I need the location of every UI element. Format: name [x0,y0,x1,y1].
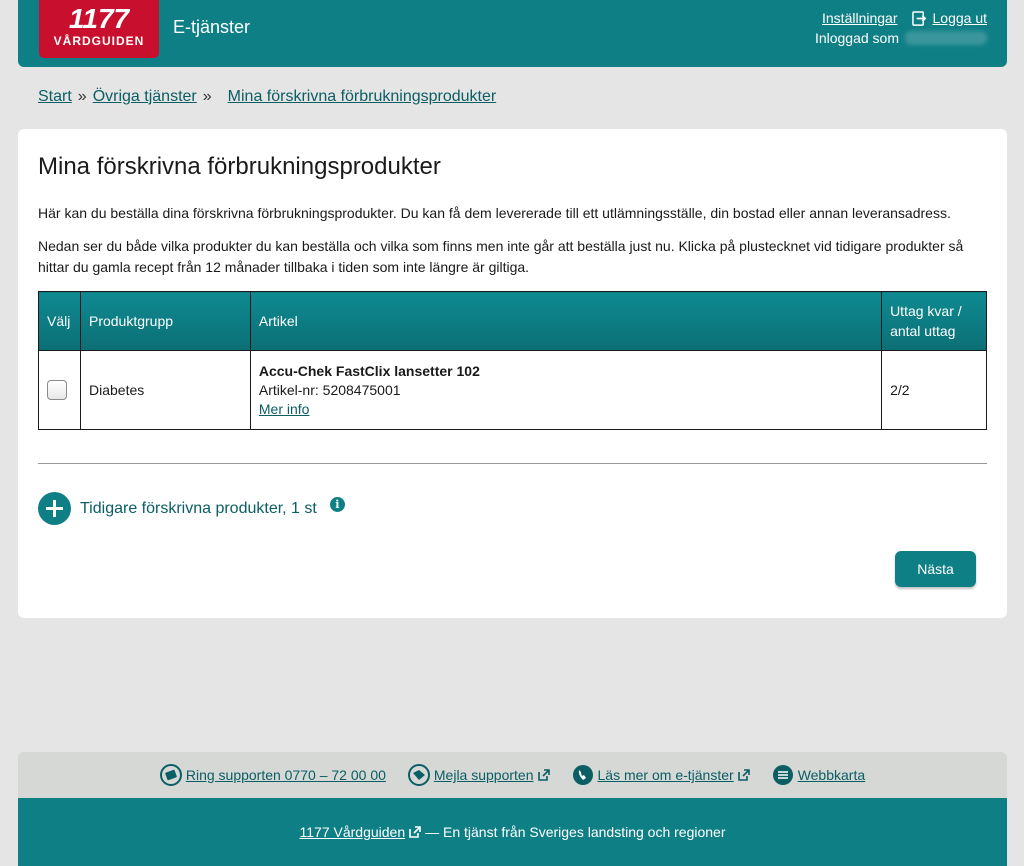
column-header-article: Artikel [249,291,883,351]
site-footer: 1177 Vårdguiden — En tjänst från Sverige… [18,798,1007,866]
next-button[interactable]: Nästa [895,551,976,587]
call-support-link[interactable]: Ring supporten 0770 – 72 00 00 [159,764,386,786]
logged-in-label: Inloggad som [814,30,899,46]
breadcrumb: Start » Övriga tjänster » Mina förskrivn… [38,88,496,106]
mail-support-label: Mejla supporten [433,767,534,783]
table-header-row: Välj Produktgrupp Artikel Uttag kvar / a… [38,291,987,351]
column-header-withdrawals: Uttag kvar / antal uttag [881,291,987,351]
more-info-link[interactable]: Mer info [259,401,310,417]
plus-icon[interactable] [38,492,71,525]
logo-text: VÅRDGUIDEN [53,34,145,48]
external-link-icon [537,769,550,781]
earlier-products-toggle[interactable]: Tidigare förskrivna produkter, 1 st i [38,492,345,525]
breadcrumb-start[interactable]: Start [38,88,72,106]
product-group-cell: Diabetes [79,350,251,430]
breadcrumb-current[interactable]: Mina förskrivna förbrukningsprodukter [228,88,497,106]
phone-icon [159,764,182,786]
e-services-info-label: Läs mer om e-tjänster [597,767,734,783]
settings-link[interactable]: Inställningar [822,10,898,26]
vardguiden-link[interactable]: 1177 Vårdguiden [300,824,422,840]
products-table: Välj Produktgrupp Artikel Uttag kvar / a… [38,291,987,430]
intro-text: Här kan du beställa dina förskrivna förb… [38,205,951,221]
mail-support-link[interactable]: Mejla supporten [407,764,550,786]
sitemap-link[interactable]: Webbkarta [772,764,865,786]
service-name: E-tjänster [173,17,251,37]
select-checkbox[interactable] [47,380,67,400]
main-panel: Mina förskrivna förbrukningsprodukter Hä… [18,129,1007,618]
column-header-select: Välj [38,291,81,351]
column-header-group: Produktgrupp [79,291,251,351]
footer-tagline: — En tjänst från Sveriges landsting och … [425,824,726,840]
withdrawals-cell: 2/2 [881,350,987,430]
divider [38,463,987,464]
article-cell: Accu-Chek FastClix lansetter 102 Artikel… [249,350,883,430]
select-cell [38,350,81,430]
sitemap-icon [772,765,793,785]
logo[interactable]: 1177 VÅRDGUIDEN [39,0,159,58]
article-name: Accu-Chek FastClix lansetter 102 [258,363,480,379]
logout-link[interactable]: Logga ut [933,10,988,26]
external-link-icon [737,769,750,781]
footer-links: Ring supporten 0770 – 72 00 00 Mejla sup… [18,752,1007,798]
logo-number: 1177 [68,3,130,34]
vardguiden-link-label: 1177 Vårdguiden [299,824,406,840]
info-icon[interactable]: i [329,497,345,512]
table-row: Diabetes Accu-Chek FastClix lansetter 10… [38,350,987,430]
call-support-label: Ring supporten 0770 – 72 00 00 [185,767,386,783]
page-title: Mina förskrivna förbrukningsprodukter [38,153,441,180]
intro-text-2: Nedan ser du både vilka produkter du kan… [38,238,964,275]
site-header: 1177 VÅRDGUIDEN E-tjänster Inställningar… [18,0,1007,67]
mail-icon [407,764,430,786]
breadcrumb-separator: » [77,88,87,105]
earlier-products-label[interactable]: Tidigare förskrivna produkter, 1 st [80,500,317,518]
sitemap-label: Webbkarta [797,767,866,783]
user-name-redacted [905,31,987,45]
e-services-info-link[interactable]: Läs mer om e-tjänster [572,764,750,786]
breadcrumb-separator: » [202,88,212,105]
user-menu: Inställningar Logga ut Inloggad som [815,10,987,46]
info-phone-icon [572,765,593,785]
breadcrumb-other-services[interactable]: Övriga tjänster [93,88,197,106]
article-number: Artikel-nr: 5208475001 [258,382,401,398]
external-link-icon [409,826,421,838]
logout-icon[interactable] [911,10,927,26]
